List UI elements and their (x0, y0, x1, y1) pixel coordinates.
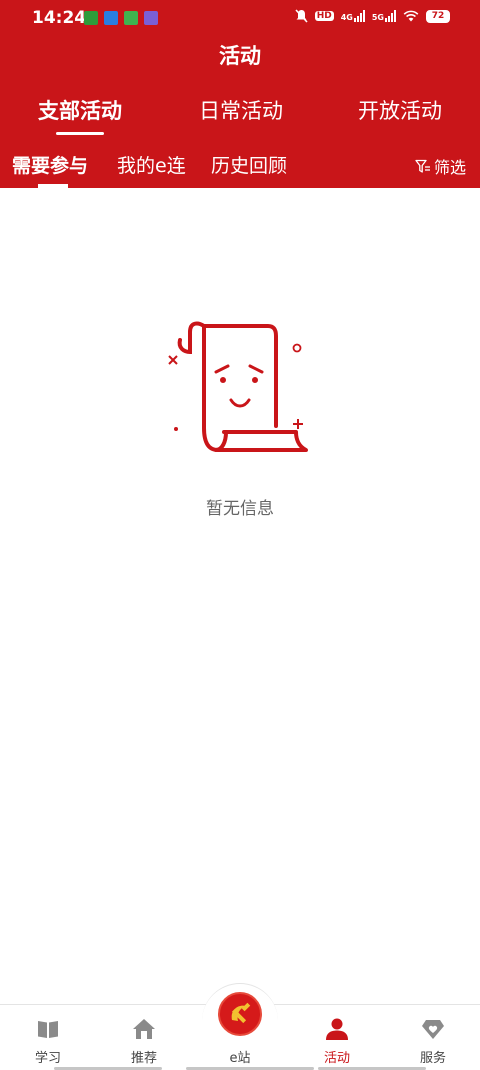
main-tab-indicator (56, 132, 104, 135)
app-notification-icon (84, 11, 98, 25)
mute-icon (295, 9, 308, 23)
empty-message: 暂无信息 (206, 499, 274, 519)
tab-open-activities[interactable]: 开放活动 (358, 95, 442, 125)
diamond-heart-icon (422, 1020, 444, 1039)
tab-daily-activities[interactable]: 日常活动 (199, 95, 283, 125)
app-notification-icon (104, 11, 118, 25)
nav-label-study: 学习 (34, 1051, 61, 1066)
status-bar: 14:24 HD 4G 5G 72 (0, 0, 480, 38)
subtab-indicator (38, 184, 68, 188)
app-notification-icon (124, 11, 138, 25)
party-emblem-icon[interactable] (218, 992, 262, 1036)
nav-item-service[interactable]: 服务 (385, 1005, 480, 1070)
wifi-icon (403, 10, 419, 22)
nav-label-recommend: 推荐 (130, 1051, 157, 1066)
hd-badge: HD (314, 11, 334, 21)
filter-label: 筛选 (433, 158, 466, 177)
person-icon (326, 1018, 348, 1040)
signal-4g: 4G (341, 10, 365, 22)
nav-item-recommend[interactable]: 推荐 (96, 1005, 192, 1070)
page-title: 活动 (219, 44, 261, 68)
filter-icon (415, 159, 430, 173)
home-icon (133, 1019, 155, 1039)
filter-button[interactable]: 筛选 (415, 154, 466, 178)
nav-label-activity: 活动 (323, 1051, 350, 1066)
subtab-my-elink[interactable]: 我的e连 (117, 151, 186, 178)
bottom-nav: 学习 推荐 e站 活动 服务 (0, 983, 480, 1070)
hammer-sickle-icon (222, 996, 258, 1032)
network-type-label: 5G (371, 13, 384, 22)
subtab-need-participate[interactable]: 需要参与 (12, 151, 88, 178)
network-type-label: 4G (340, 13, 353, 22)
signal-5g: 5G (372, 10, 396, 22)
app-header: 14:24 HD 4G 5G 72 活动 支部活动 日常活动 开放活动 需要参与… (0, 0, 480, 188)
tab-branch-activities[interactable]: 支部活动 (38, 95, 122, 125)
notification-icons (84, 11, 158, 25)
nav-label-service: 服务 (419, 1051, 446, 1066)
scroll-sad-face-icon (168, 321, 308, 452)
nav-item-study[interactable]: 学习 (0, 1005, 96, 1070)
subtab-history-review[interactable]: 历史回顾 (211, 151, 287, 178)
battery-icon: 72 (426, 9, 450, 23)
signal-bars-icon (353, 10, 365, 22)
app-notification-icon (144, 11, 158, 25)
nav-label-estation[interactable]: e站 (192, 1047, 288, 1066)
nav-item-activity[interactable]: 活动 (289, 1005, 385, 1070)
status-time: 14:24 (32, 8, 87, 28)
signal-bars-icon (385, 10, 396, 22)
book-icon (38, 1021, 58, 1038)
status-indicators: HD 4G 5G 72 (295, 9, 450, 23)
